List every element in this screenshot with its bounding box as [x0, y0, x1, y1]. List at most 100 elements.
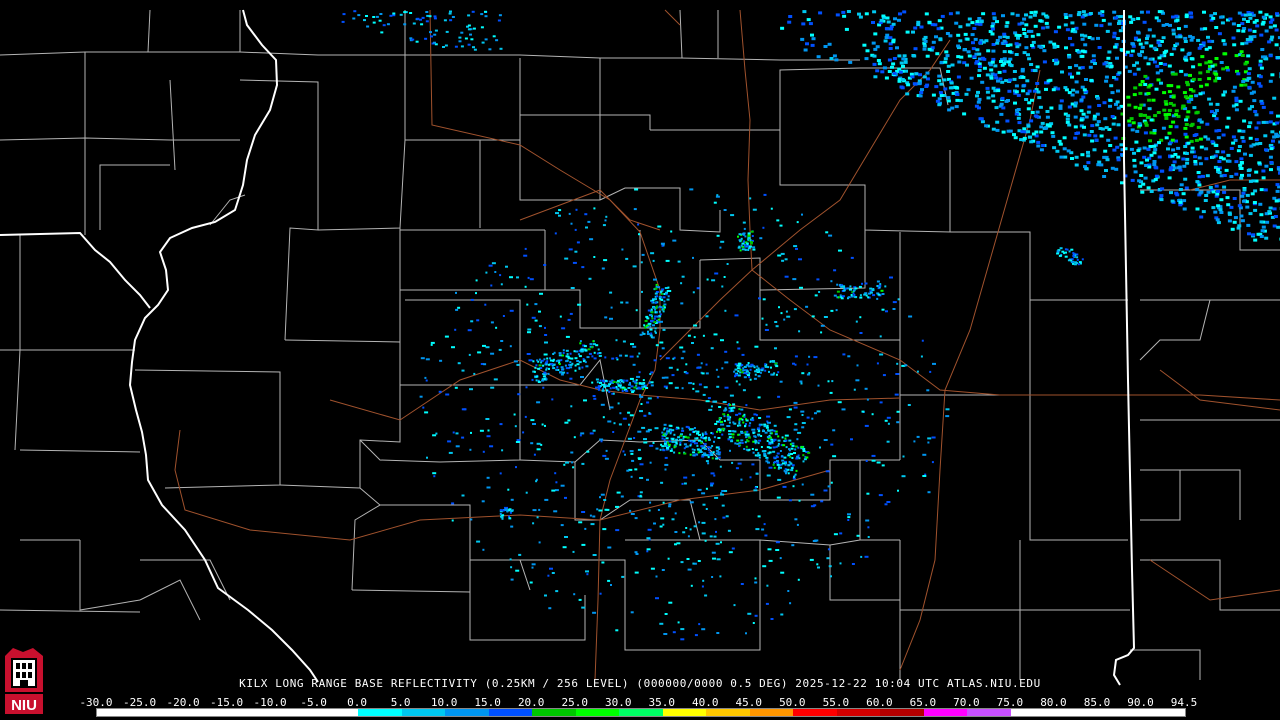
echo-shield-cell [1101, 18, 1106, 22]
echo-speckle [827, 380, 830, 383]
echo-shield-cell [1031, 132, 1036, 136]
echo-shield-cell [985, 90, 990, 94]
echo-shield-cell [1247, 232, 1251, 236]
echo-speckle [793, 406, 798, 409]
echo-cluster-cell [782, 462, 785, 465]
echo-shield-cell [1268, 79, 1273, 83]
echo-cluster-cell [739, 368, 742, 371]
echo-shield-cell [923, 39, 928, 43]
echo-shield-cell [1234, 54, 1239, 58]
echo-cluster-cell [701, 455, 705, 458]
echo-shield-cell [1237, 129, 1242, 133]
echo-speckle [887, 422, 890, 425]
echo-cluster-cell [843, 287, 846, 289]
echo-speckle [698, 383, 702, 386]
echo-shield-cell [1264, 29, 1269, 33]
echo-speckle [687, 535, 690, 538]
echo-shield-cell [1229, 175, 1234, 178]
echo-shield-cell [1073, 125, 1078, 129]
echo-shield-cell [1112, 31, 1117, 35]
echo-speckle [433, 41, 436, 44]
highway [329, 359, 641, 421]
echo-speckle [781, 259, 785, 262]
echo-speckle [830, 443, 834, 446]
echo-shield-cell [1151, 34, 1156, 38]
echo-shield-cell [1002, 57, 1007, 61]
echo-cluster-cell [535, 375, 539, 378]
echo-speckle [720, 423, 725, 426]
echo-speckle [817, 566, 820, 569]
echo-shield-cell [883, 39, 888, 43]
echo-shield-cell [1183, 132, 1188, 136]
echo-shield-cell [1211, 206, 1216, 210]
echo-speckle [555, 212, 559, 215]
echo-cluster-cell [704, 431, 707, 434]
echo-speckle [479, 429, 484, 432]
echo-cluster-cell [633, 386, 637, 389]
echo-speckle [495, 39, 499, 42]
echo-shield-cell [910, 75, 915, 79]
echo-cluster-cell [675, 438, 679, 441]
echo-shield-cell [1077, 50, 1082, 54]
echo-shield-cell [1195, 110, 1200, 114]
echo-speckle [490, 352, 495, 355]
echo-speckle [580, 432, 585, 435]
echo-speckle [461, 436, 465, 439]
echo-shield-cell [904, 69, 908, 73]
echo-shield-cell [1167, 108, 1172, 112]
echo-speckle [581, 266, 585, 269]
echo-cluster-cell [720, 420, 723, 423]
echo-shield-cell [1178, 35, 1183, 39]
echo-shield-cell [1024, 35, 1029, 38]
echo-shield-cell [1117, 71, 1122, 75]
echo-shield-cell [1086, 150, 1090, 154]
echo-cluster-cell [732, 406, 736, 409]
echo-shield-cell [1213, 210, 1218, 214]
echo-shield-cell [1259, 66, 1264, 70]
echo-cluster-cell [741, 233, 745, 236]
echo-speckle [611, 357, 615, 360]
echo-speckle [585, 570, 589, 573]
echo-cluster-cell [777, 435, 780, 438]
echo-speckle [713, 333, 718, 336]
echo-cluster-cell [739, 240, 742, 243]
echo-shield-cell [1183, 40, 1188, 43]
echo-speckle [655, 447, 659, 450]
echo-speckle [616, 491, 621, 494]
echo-speckle [601, 267, 605, 270]
colorbar-swatch [662, 709, 707, 716]
echo-shield-cell [1253, 189, 1258, 193]
echo-shield-cell [1272, 135, 1277, 139]
echo-shield-cell [993, 64, 998, 68]
echo-shield-cell [905, 30, 910, 34]
echo-speckle [620, 495, 624, 498]
echo-shield-cell [1181, 157, 1186, 161]
echo-shield-cell [1268, 155, 1273, 159]
echo-shield-cell [1261, 55, 1265, 59]
echo-shield-cell [1251, 90, 1256, 94]
echo-shield-cell [1089, 78, 1094, 82]
echo-cluster-cell [771, 429, 774, 432]
echo-shield-cell [1113, 136, 1118, 140]
echo-speckle [689, 501, 694, 504]
echo-shield-cell [1053, 58, 1058, 62]
echo-cluster-cell [781, 436, 784, 439]
echo-shield-cell [1194, 94, 1199, 98]
echo-cluster-cell [653, 317, 656, 320]
echo-speckle [622, 340, 626, 343]
echo-shield-cell [1276, 56, 1280, 59]
echo-speckle [527, 276, 530, 279]
echo-shield-cell [1192, 106, 1197, 110]
echo-speckle [630, 343, 634, 346]
echo-speckle [615, 505, 619, 508]
echo-speckle [517, 393, 521, 396]
echo-shield-cell [990, 60, 995, 64]
echo-speckle [718, 406, 722, 408]
echo-speckle [581, 462, 585, 465]
echo-shield-cell [1265, 220, 1270, 224]
echo-cluster-cell [692, 454, 696, 457]
echo-speckle [742, 389, 746, 392]
echo-shield-cell [1245, 78, 1250, 82]
echo-speckle [728, 551, 733, 554]
echo-cluster-cell [757, 442, 760, 445]
